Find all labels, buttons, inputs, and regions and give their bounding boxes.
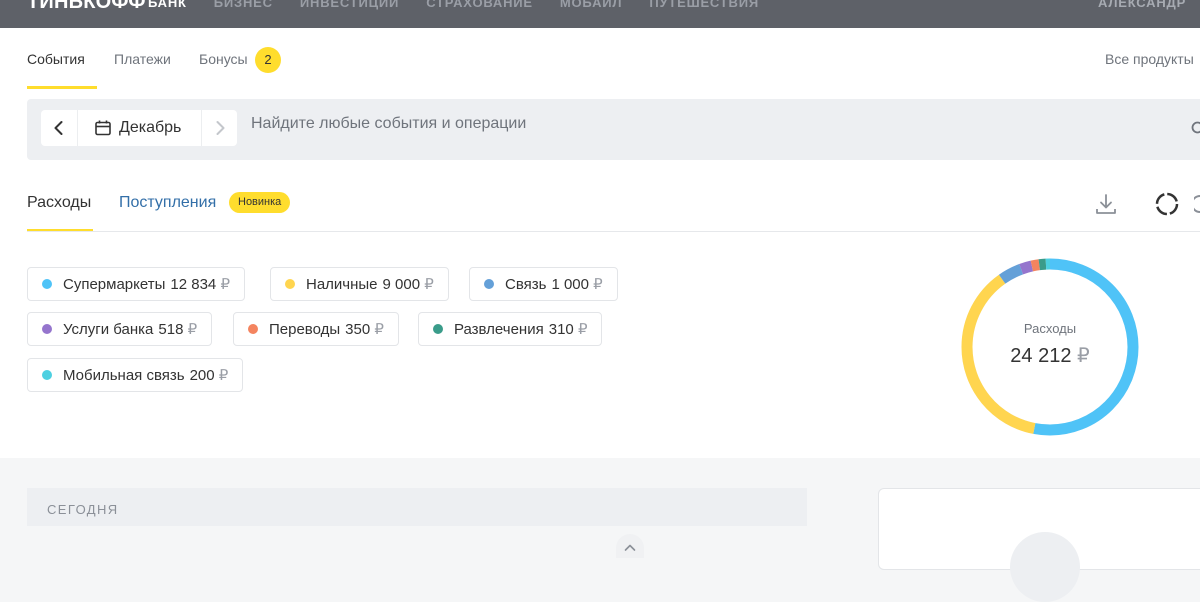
- all-products-link[interactable]: Все продукты: [1105, 51, 1194, 67]
- category-name: Супермаркеты: [63, 276, 165, 293]
- currency-sign: ₽: [188, 320, 198, 338]
- category-dot: [433, 324, 443, 334]
- bonus-count-badge: 2: [255, 47, 281, 73]
- prev-month-button[interactable]: [41, 110, 78, 146]
- category-amount: 1 000: [551, 276, 589, 293]
- chevron-up-icon: [616, 534, 644, 558]
- search-input[interactable]: [251, 115, 1151, 133]
- category-name: Услуги банка: [63, 321, 153, 338]
- currency-sign: ₽: [424, 275, 434, 293]
- active-tab-underline: [27, 86, 97, 89]
- selected-month[interactable]: Декабрь: [119, 119, 181, 137]
- next-month-button[interactable]: [201, 110, 238, 146]
- chart-toggle-icon[interactable]: [1154, 191, 1180, 217]
- total-amount: 24 212: [1010, 345, 1071, 367]
- currency-sign: ₽: [219, 366, 229, 384]
- search-icon[interactable]: [1191, 121, 1200, 137]
- settings-icon[interactable]: [1194, 192, 1200, 216]
- category-name: Мобильная связь: [63, 367, 185, 384]
- top-nav-travel[interactable]: ПУТЕШЕСТВИЯ: [649, 0, 759, 10]
- category-chip[interactable]: Супермаркеты 12 834 ₽: [27, 267, 245, 301]
- category-amount: 310: [549, 321, 574, 338]
- category-name: Развлечения: [454, 321, 544, 338]
- category-amount: 200: [190, 367, 215, 384]
- currency-sign: ₽: [593, 275, 603, 293]
- category-chip[interactable]: Связь 1 000 ₽: [469, 267, 618, 301]
- calendar-icon[interactable]: [95, 120, 111, 136]
- tabs-divider: [27, 231, 1200, 232]
- category-name: Переводы: [269, 321, 340, 338]
- currency-sign: ₽: [1077, 345, 1090, 367]
- category-dot: [42, 370, 52, 380]
- top-nav-investments[interactable]: ИНВЕСТИЦИИ: [300, 0, 399, 10]
- category-dot: [42, 279, 52, 289]
- currency-sign: ₽: [374, 320, 384, 338]
- category-chip[interactable]: Развлечения 310 ₽: [418, 312, 602, 346]
- today-label: СЕГОДНЯ: [47, 502, 119, 517]
- category-amount: 12 834: [170, 276, 216, 293]
- tab-bonuses[interactable]: Бонусы: [199, 51, 248, 67]
- top-nav: БАНК БИЗНЕС ИНВЕСТИЦИИ СТРАХОВАНИЕ МОБАЙ…: [148, 0, 786, 10]
- events-card: Декабрь Расходы Поступления Новинка Супе…: [0, 90, 1200, 458]
- tab-income[interactable]: Поступления: [119, 194, 216, 212]
- chevron-left-icon: [41, 110, 77, 146]
- top-nav-business[interactable]: БИЗНЕС: [214, 0, 273, 10]
- new-badge: Новинка: [229, 192, 290, 213]
- category-amount: 350: [345, 321, 370, 338]
- search-bar: Декабрь: [27, 99, 1200, 160]
- tab-events[interactable]: События: [27, 51, 85, 67]
- top-nav-insurance[interactable]: СТРАХОВАНИЕ: [426, 0, 533, 10]
- category-dot: [484, 279, 494, 289]
- category-dot: [42, 324, 52, 334]
- top-bar: ТИНЬКОФФ БАНК БИЗНЕС ИНВЕСТИЦИИ СТРАХОВА…: [0, 0, 1200, 28]
- category-chip[interactable]: Мобильная связь 200 ₽: [27, 358, 243, 392]
- category-chip[interactable]: Услуги банка 518 ₽: [27, 312, 212, 346]
- top-nav-mobile[interactable]: МОБАЙЛ: [560, 0, 622, 10]
- tab-payments[interactable]: Платежи: [114, 51, 171, 67]
- tab-expenses[interactable]: Расходы: [27, 194, 91, 212]
- category-dot: [285, 279, 295, 289]
- category-dot: [248, 324, 258, 334]
- donut-total: 24 212 ₽: [995, 343, 1105, 368]
- category-chip[interactable]: Наличные 9 000 ₽: [270, 267, 449, 301]
- category-amount: 9 000: [383, 276, 421, 293]
- month-selector: Декабрь: [41, 110, 237, 146]
- user-menu[interactable]: АЛЕКСАНДР: [1098, 0, 1186, 10]
- sub-nav: События Платежи Бонусы 2 Все продукты: [0, 28, 1200, 90]
- donut-label: Расходы: [1000, 321, 1100, 336]
- brand-logo[interactable]: ТИНЬКОФФ: [27, 0, 146, 14]
- today-section-header: СЕГОДНЯ: [27, 488, 807, 526]
- download-icon[interactable]: [1094, 192, 1118, 216]
- chevron-right-icon: [202, 110, 238, 146]
- collapse-button[interactable]: [616, 534, 644, 558]
- category-chip[interactable]: Переводы 350 ₽: [233, 312, 399, 346]
- category-name: Связь: [505, 276, 546, 293]
- currency-sign: ₽: [220, 275, 230, 293]
- category-amount: 518: [158, 321, 183, 338]
- currency-sign: ₽: [578, 320, 588, 338]
- category-name: Наличные: [306, 276, 378, 293]
- top-nav-bank[interactable]: БАНК: [148, 0, 187, 10]
- side-panel-circle: [1010, 532, 1080, 602]
